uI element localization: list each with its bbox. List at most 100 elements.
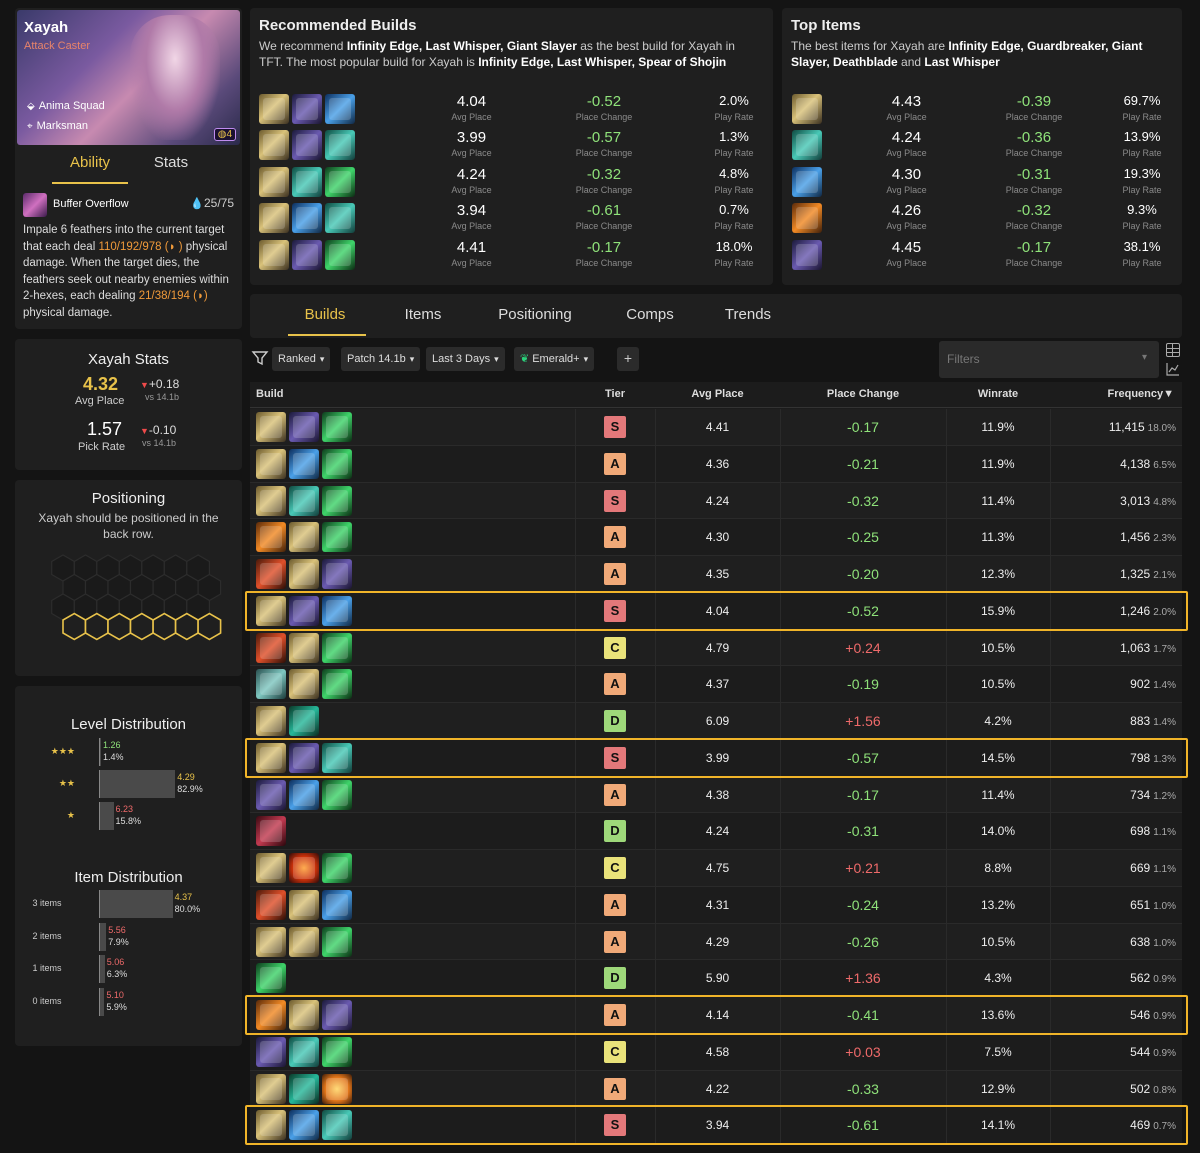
ie-item-icon[interactable] — [256, 706, 286, 736]
gs-item-icon[interactable] — [289, 779, 319, 810]
table-row[interactable]: A 4.35 -0.20 12.3% 1,325 2.1% — [250, 556, 1182, 593]
rank-dropdown[interactable]: ❦ Emerald+ ▾ — [514, 347, 595, 371]
top-item-row[interactable]: 4.26 Avg Place -0.32 Place Change 9.3% Play R… — [792, 201, 1177, 235]
table-row[interactable]: A 4.22 -0.33 12.9% 502 0.8% — [250, 1070, 1182, 1108]
header-winrate[interactable]: Winrate — [946, 388, 1050, 400]
gb-item-icon[interactable] — [322, 485, 352, 516]
tab-items[interactable]: Items — [393, 306, 453, 323]
lw-item-icon[interactable] — [322, 559, 352, 589]
table-row[interactable]: D 4.24 -0.31 14.0% 698 1.1% — [250, 813, 1182, 850]
ie-item-icon[interactable] — [256, 448, 286, 479]
trait-anima-squad[interactable]: ⬙ Anima Squad — [27, 100, 105, 112]
recommended-build-row[interactable]: 3.94 Avg Place -0.61 Place Change 0.7% Play R… — [259, 201, 764, 235]
ie-item-icon[interactable] — [289, 559, 319, 589]
header-tier[interactable]: Tier — [575, 388, 655, 400]
filter-icon[interactable] — [251, 349, 269, 367]
ie-item-icon[interactable] — [256, 1110, 286, 1141]
sun-item-icon[interactable] — [322, 1073, 352, 1104]
table-row[interactable]: S 4.24 -0.32 11.4% 3,013 4.8% — [250, 482, 1182, 520]
header-build[interactable]: Build — [256, 388, 284, 400]
table-row[interactable]: A 4.30 -0.25 11.3% 1,456 2.3% — [250, 519, 1182, 556]
lw-item-icon[interactable] — [289, 595, 319, 626]
table-row[interactable]: C 4.58 +0.03 7.5% 544 0.9% — [250, 1033, 1182, 1071]
table-view-icon[interactable] — [1166, 343, 1180, 357]
lw-item-icon[interactable] — [256, 1036, 286, 1067]
table-row[interactable]: A 4.38 -0.17 11.4% 734 1.2% — [250, 776, 1182, 814]
lw-item-icon[interactable] — [322, 1000, 352, 1030]
gb-item-icon[interactable] — [322, 853, 352, 883]
tab-ability[interactable]: Ability — [52, 154, 128, 171]
sos-item-icon[interactable] — [289, 485, 319, 516]
tab-positioning[interactable]: Positioning — [490, 306, 580, 323]
recommended-build-row[interactable]: 4.04 Avg Place -0.52 Place Change 2.0% Play R… — [259, 92, 764, 126]
sos-item-icon[interactable] — [322, 1110, 352, 1141]
gb-item-icon[interactable] — [322, 632, 352, 663]
trait-marksman[interactable]: ⌖ Marksman — [27, 120, 88, 132]
tab-comps[interactable]: Comps — [620, 306, 680, 323]
table-row[interactable]: A 4.14 -0.41 13.6% 546 0.9% — [250, 997, 1182, 1034]
sos-item-icon[interactable] — [289, 1036, 319, 1067]
cr-item-icon[interactable] — [256, 816, 286, 847]
db-item-icon[interactable] — [256, 522, 286, 553]
ie-item-icon[interactable] — [256, 853, 286, 883]
tab-trends[interactable]: Trends — [716, 306, 780, 323]
table-row[interactable]: S 3.94 -0.61 14.1% 469 0.7% — [250, 1107, 1182, 1144]
ie-item-icon[interactable] — [289, 889, 319, 920]
lw-item-icon[interactable] — [289, 412, 319, 442]
table-row[interactable]: C 4.75 +0.21 8.8% 669 1.1% — [250, 850, 1182, 887]
gs-item-icon[interactable] — [289, 1110, 319, 1141]
patch-dropdown[interactable]: Patch 14.1b ▾ — [341, 347, 421, 371]
table-row[interactable]: S 4.41 -0.17 11.9% 11,415 18.0% — [250, 409, 1182, 446]
fire-item-icon[interactable] — [289, 853, 319, 883]
chart-view-icon[interactable] — [1166, 362, 1180, 376]
table-row[interactable]: A 4.37 -0.19 10.5% 902 1.4% — [250, 666, 1182, 703]
header-place-change[interactable]: Place Change — [780, 388, 946, 400]
gd-item-icon[interactable] — [289, 1073, 319, 1104]
top-item-row[interactable]: 4.45 Avg Place -0.17 Place Change 38.1% Play … — [792, 238, 1177, 272]
ranked-dropdown[interactable]: Ranked ▾ — [272, 347, 331, 371]
gb-item-icon[interactable] — [322, 522, 352, 553]
rh-item-icon[interactable] — [256, 559, 286, 589]
tab-stats[interactable]: Stats — [141, 154, 201, 171]
ie-item-icon[interactable] — [256, 1073, 286, 1104]
days-dropdown[interactable]: Last 3 Days ▾ — [426, 347, 505, 371]
recommended-build-row[interactable]: 3.99 Avg Place -0.57 Place Change 1.3% Play R… — [259, 128, 764, 162]
gb-item-icon[interactable] — [322, 412, 352, 442]
ie-item-icon[interactable] — [256, 742, 286, 773]
ie-item-icon[interactable] — [289, 669, 319, 700]
gb-item-icon[interactable] — [322, 779, 352, 810]
filters-input[interactable]: Filters ▾ — [939, 341, 1159, 378]
rh-item-icon[interactable] — [256, 889, 286, 920]
ie-item-icon[interactable] — [256, 412, 286, 442]
recommended-build-row[interactable]: 4.41 Avg Place -0.17 Place Change 18.0% Play … — [259, 238, 764, 272]
gb-item-icon[interactable] — [256, 963, 286, 994]
top-item-row[interactable]: 4.43 Avg Place -0.39 Place Change 69.7% Play … — [792, 92, 1177, 126]
gb-item-icon[interactable] — [322, 448, 352, 479]
table-row[interactable]: D 5.90 +1.36 4.3% 562 0.9% — [250, 960, 1182, 997]
add-filter-button[interactable]: + — [617, 347, 639, 371]
ie-item-icon[interactable] — [256, 485, 286, 516]
db-item-icon[interactable] — [256, 1000, 286, 1030]
table-row[interactable]: A 4.31 -0.24 13.2% 651 1.0% — [250, 886, 1182, 924]
gs-item-icon[interactable] — [322, 595, 352, 626]
gb-item-icon[interactable] — [322, 669, 352, 700]
ie-item-icon[interactable] — [289, 1000, 319, 1030]
gb-item-icon[interactable] — [322, 926, 352, 957]
gd-item-icon[interactable] — [289, 706, 319, 736]
top-item-row[interactable]: 4.30 Avg Place -0.31 Place Change 19.3% Play … — [792, 165, 1177, 199]
ie-item-icon[interactable] — [256, 926, 286, 957]
table-row[interactable]: C 4.79 +0.24 10.5% 1,063 1.7% — [250, 629, 1182, 667]
gb-item-icon[interactable] — [322, 1036, 352, 1067]
ie-item-icon[interactable] — [289, 632, 319, 663]
table-row[interactable]: S 3.99 -0.57 14.5% 798 1.3% — [250, 739, 1182, 777]
table-row[interactable]: S 4.04 -0.52 15.9% 1,246 2.0% — [250, 592, 1182, 630]
rh-item-icon[interactable] — [256, 632, 286, 663]
table-row[interactable]: A 4.29 -0.26 10.5% 638 1.0% — [250, 923, 1182, 961]
tab-builds[interactable]: Builds — [288, 306, 362, 323]
lw-item-icon[interactable] — [256, 779, 286, 810]
table-row[interactable]: D 6.09 +1.56 4.2% 883 1.4% — [250, 703, 1182, 740]
ie-item-icon[interactable] — [256, 595, 286, 626]
ie-item-icon[interactable] — [289, 926, 319, 957]
lw-item-icon[interactable] — [289, 742, 319, 773]
recommended-build-row[interactable]: 4.24 Avg Place -0.32 Place Change 4.8% Play R… — [259, 165, 764, 199]
